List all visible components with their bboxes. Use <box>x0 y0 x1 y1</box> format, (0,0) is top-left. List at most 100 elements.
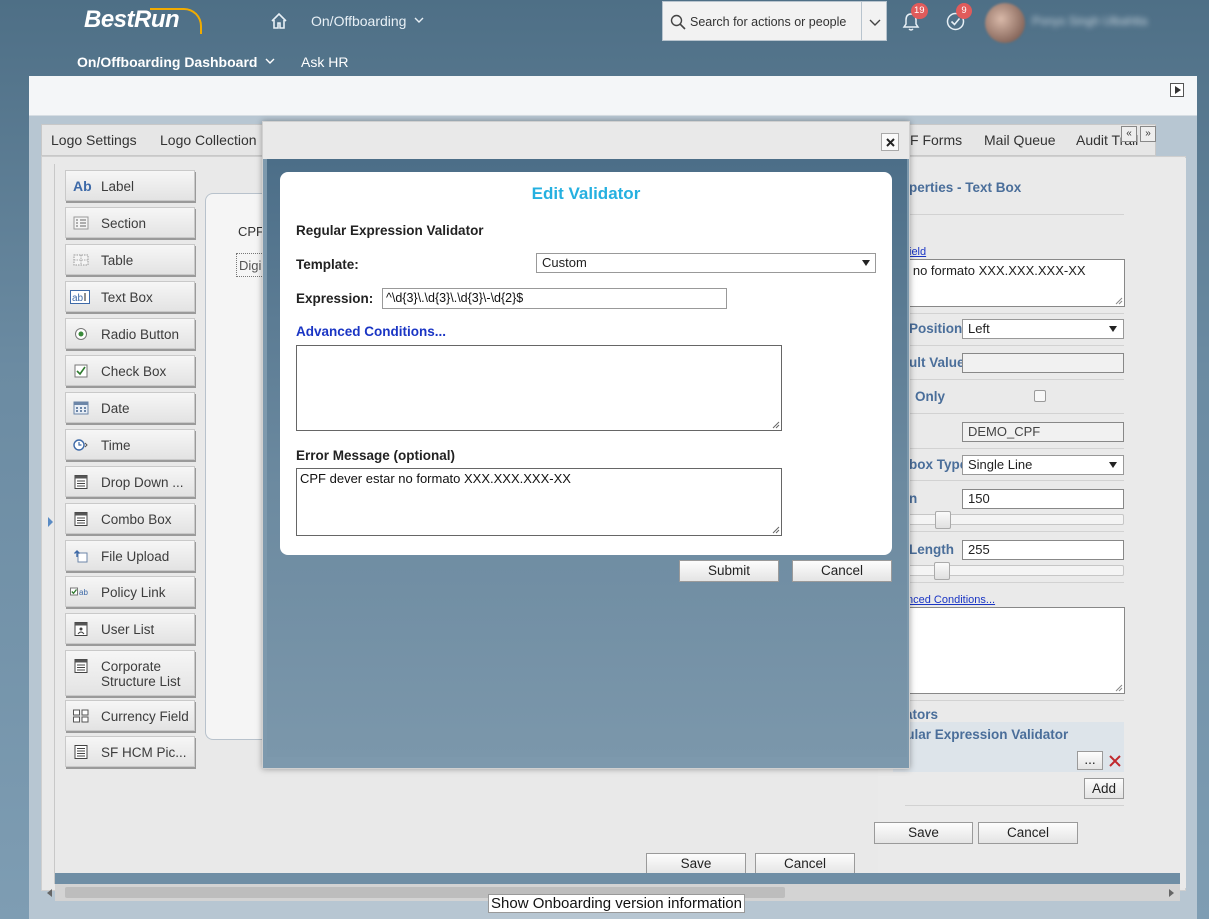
section-icon <box>73 216 89 230</box>
advanced-conditions-textarea[interactable] <box>296 345 782 431</box>
dashboard-menu[interactable]: On/Offboarding Dashboard <box>77 54 275 70</box>
close-icon[interactable] <box>881 133 899 151</box>
palette-corporate-structure-list[interactable]: Corporate Structure List <box>65 650 195 696</box>
width-slider-handle[interactable] <box>935 511 951 529</box>
palette-sf-hcm-picker[interactable]: SF HCM Pic... <box>65 736 195 767</box>
divider <box>905 345 1124 346</box>
tab-logo-collection[interactable]: Logo Collection <box>160 132 257 148</box>
properties-save-button[interactable]: Save <box>874 822 973 844</box>
palette-text-box-text: Text Box <box>101 290 153 305</box>
divider <box>905 214 1124 215</box>
read-only-checkbox[interactable] <box>1034 390 1046 402</box>
builder-save-button[interactable]: Save <box>646 853 746 875</box>
dropdown-arrow-icon <box>1109 326 1117 332</box>
search-icon[interactable] <box>670 14 686 30</box>
submit-button[interactable]: Submit <box>679 560 779 582</box>
resize-handle-icon[interactable] <box>772 526 780 534</box>
module-menu[interactable]: On/Offboarding <box>311 13 424 29</box>
tab-logo-settings[interactable]: Logo Settings <box>51 132 137 148</box>
palette-corporate-structure-list-text: Corporate Structure List <box>101 659 181 689</box>
width-input[interactable]: 150 <box>962 489 1124 509</box>
palette-combo-box[interactable]: Combo Box <box>65 503 195 534</box>
tab-pdf-forms[interactable]: F Forms <box>910 132 962 148</box>
palette-text-box[interactable]: ab Text Box <box>65 281 195 312</box>
template-select[interactable]: Custom <box>536 253 876 273</box>
max-length-slider-handle[interactable] <box>934 562 950 580</box>
brand-logo-swoosh <box>150 8 202 34</box>
scroll-right-icon[interactable] <box>1169 889 1174 897</box>
add-validator-button[interactable]: Add <box>1084 778 1124 799</box>
resize-handle-icon[interactable] <box>1115 684 1123 692</box>
delete-validator-icon[interactable] <box>1108 754 1122 768</box>
tab-mail-queue[interactable]: Mail Queue <box>984 132 1056 148</box>
cancel-button[interactable]: Cancel <box>792 560 892 582</box>
ask-hr-link[interactable]: Ask HR <box>301 54 348 70</box>
policy-link-icon: ab <box>70 587 88 597</box>
palette-drop-down[interactable]: Drop Down ... <box>65 466 195 497</box>
version-info-button[interactable]: Show Onboarding version information <box>488 894 745 913</box>
tab-scroll-right-button[interactable]: » <box>1140 126 1156 142</box>
expression-input[interactable]: ^\d{3}\.\d{3}\.\d{3}\-\d{2}$ <box>382 288 727 309</box>
scroll-track-band <box>55 873 1180 884</box>
home-icon[interactable] <box>270 12 288 30</box>
search-field[interactable]: Search for actions or people <box>662 1 887 41</box>
advanced-conditions-textarea[interactable] <box>897 607 1125 694</box>
palette-date[interactable]: Date <box>65 392 195 423</box>
palette-check-box-text: Check Box <box>101 364 167 379</box>
tasks-badge: 9 <box>956 3 972 19</box>
palette-check-box[interactable]: Check Box <box>65 355 195 386</box>
canvas-field-label[interactable]: CPF <box>238 224 264 239</box>
resize-handle-icon[interactable] <box>772 421 780 429</box>
palette-currency-field[interactable]: Currency Field <box>65 700 195 731</box>
divider <box>905 805 1124 806</box>
advanced-conditions-link[interactable]: Advanced Conditions... <box>296 324 446 339</box>
search-scope-chevron-icon[interactable] <box>869 16 881 28</box>
builder-cancel-button[interactable]: Cancel <box>755 853 855 875</box>
advanced-conditions-link[interactable]: nced Conditions... <box>907 594 995 606</box>
error-message-textarea[interactable]: CPF dever estar no formato XXX.XXX.XXX-X… <box>296 468 782 536</box>
currency-icon <box>73 709 89 723</box>
chevron-down-icon <box>265 58 275 64</box>
palette-section[interactable]: Section <box>65 207 195 238</box>
scroll-left-icon[interactable] <box>47 889 52 897</box>
palette-radio-button-text: Radio Button <box>101 327 180 342</box>
properties-cancel-button[interactable]: Cancel <box>978 822 1078 844</box>
palette-radio-button[interactable]: Radio Button <box>65 318 195 349</box>
palette-file-upload[interactable]: File Upload <box>65 540 195 571</box>
palette-currency-field-text: Currency Field <box>101 709 189 724</box>
max-length-input[interactable]: 255 <box>962 540 1124 560</box>
position-label: Position <box>909 321 963 336</box>
checkbox-icon <box>74 364 88 378</box>
expression-label: Expression: <box>296 291 374 306</box>
content-toolbar <box>29 76 1197 116</box>
palette-time[interactable]: Time <box>65 429 195 460</box>
search-placeholder[interactable]: Search for actions or people <box>690 15 846 29</box>
combobox-icon <box>74 512 88 526</box>
palette-policy-link[interactable]: ab Policy Link <box>65 576 195 607</box>
user-name[interactable]: Ponys Singh Ulbahtta <box>1032 14 1172 28</box>
module-menu-label: On/Offboarding <box>311 13 407 29</box>
default-value-input[interactable] <box>962 353 1124 373</box>
dropdown-arrow-icon <box>1109 462 1117 468</box>
play-icon[interactable] <box>1170 83 1184 97</box>
avatar[interactable] <box>985 3 1025 43</box>
textbox-type-select[interactable]: Single Line <box>962 455 1124 475</box>
upload-icon <box>74 550 88 563</box>
palette-table[interactable]: Table <box>65 244 195 275</box>
chevron-down-icon <box>414 17 424 23</box>
tab-scroll-left-button[interactable]: « <box>1121 126 1137 142</box>
clock-icon <box>73 439 88 451</box>
palette-drop-down-text: Drop Down ... <box>101 475 184 490</box>
resize-handle-icon[interactable] <box>1115 297 1123 305</box>
field-text-link[interactable]: ield <box>909 246 926 258</box>
palette-time-text: Time <box>101 438 131 453</box>
shell-header: BestRun On/Offboarding Search for action… <box>0 0 1209 44</box>
palette-date-text: Date <box>101 401 130 416</box>
field-id-input[interactable]: DEMO_CPF <box>962 422 1124 442</box>
palette-user-list[interactable]: User List <box>65 613 195 644</box>
dialog-title: Edit Validator <box>531 184 641 203</box>
position-select[interactable]: Left <box>962 319 1124 339</box>
field-text-area[interactable]: e no formato XXX.XXX.XXX-XX <box>897 259 1125 307</box>
expand-arrow-icon[interactable] <box>48 517 53 527</box>
edit-validator-button[interactable]: ... <box>1077 751 1103 770</box>
